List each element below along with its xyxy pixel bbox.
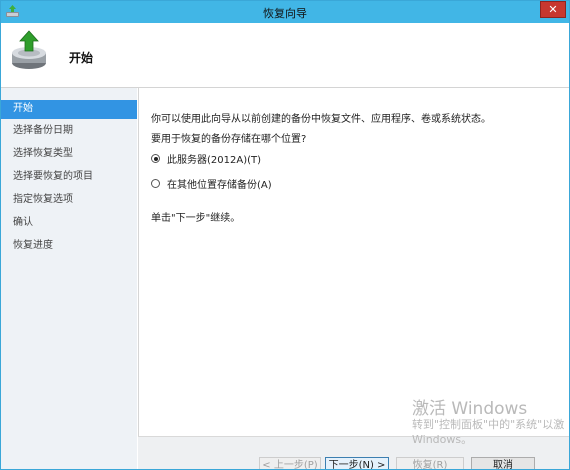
wizard-footer: < 上一步(P) 下一步(N) > 恢复(R) 取消 xyxy=(138,436,569,469)
activation-watermark-text: 转到"控制面板"中的"系统"以激 xyxy=(412,418,565,431)
sidebar-item-confirmation[interactable]: 确认 xyxy=(1,214,137,237)
recover-button[interactable]: 恢复(R) xyxy=(396,457,464,469)
next-button[interactable]: 下一步(N) > xyxy=(325,457,389,469)
radio-selected-icon[interactable] xyxy=(151,154,160,163)
option-this-server-label: 此服务器(2012A)(T) xyxy=(167,155,262,166)
page-title: 开始 xyxy=(69,51,94,65)
cancel-button[interactable]: 取消 xyxy=(471,457,535,469)
wizard-steps-sidebar: 开始 选择备份日期 选择恢复类型 选择要恢复的项目 指定恢复选项 确认 恢复进度 xyxy=(1,88,137,469)
radio-unselected-icon[interactable] xyxy=(151,179,160,188)
wizard-header: 开始 xyxy=(1,23,569,88)
backup-recovery-icon xyxy=(12,30,46,69)
sidebar-item-recovery-options[interactable]: 指定恢复选项 xyxy=(1,191,137,214)
sidebar-item-start[interactable]: 开始 xyxy=(1,100,137,119)
sidebar-item-select-backup-date[interactable]: 选择备份日期 xyxy=(1,122,137,145)
close-button[interactable]: ✕ xyxy=(540,1,566,18)
activation-watermark-text-2: Windows。 xyxy=(412,433,473,446)
sidebar-item-select-items[interactable]: 选择要恢复的项目 xyxy=(1,168,137,191)
intro-text: 你可以使用此向导从以前创建的备份中恢复文件、应用程序、卷或系统状态。 xyxy=(151,114,491,125)
option-other-location-label: 在其他位置存储备份(A) xyxy=(167,180,272,191)
option-other-location[interactable]: 在其他位置存储备份(A) xyxy=(151,176,272,191)
window-title: 恢复向导 xyxy=(263,7,307,20)
previous-button[interactable]: < 上一步(P) xyxy=(259,457,321,469)
option-this-server[interactable]: 此服务器(2012A)(T) xyxy=(151,151,261,166)
sidebar-item-recovery-progress[interactable]: 恢复进度 xyxy=(1,237,137,260)
continue-hint: 单击"下一步"继续。 xyxy=(151,213,241,224)
title-bar[interactable]: 恢复向导 ✕ xyxy=(1,1,569,23)
wizard-content: 你可以使用此向导从以前创建的备份中恢复文件、应用程序、卷或系统状态。 要用于恢复… xyxy=(138,88,569,436)
sidebar-item-select-recovery-type[interactable]: 选择恢复类型 xyxy=(1,145,137,168)
location-question: 要用于恢复的备份存储在哪个位置? xyxy=(151,134,307,145)
